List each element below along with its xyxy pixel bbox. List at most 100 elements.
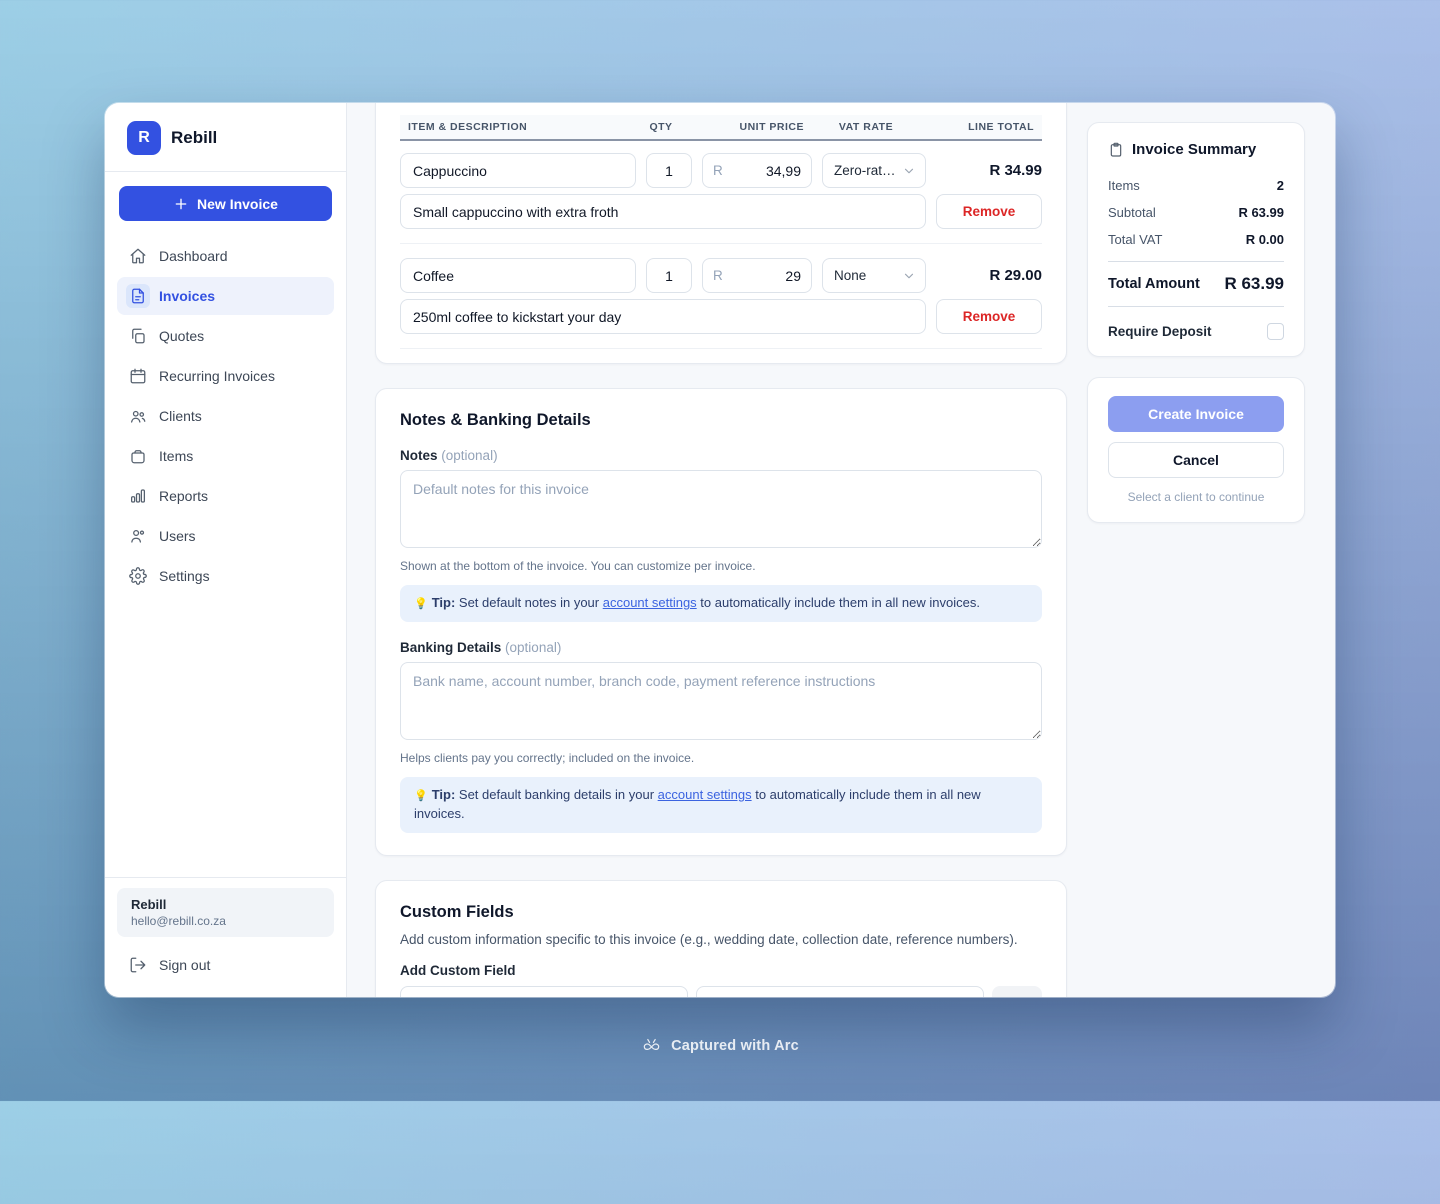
users-icon [129, 527, 147, 545]
right-panel: Invoice Summary Items 2 Subtotal R 63.99… [1087, 103, 1335, 997]
sidebar-footer: Rebill hello@rebill.co.za Sign out [105, 877, 346, 997]
custom-fields-subtitle: Add custom information specific to this … [400, 932, 1042, 947]
brand-logo: R [127, 121, 161, 155]
notes-textarea[interactable] [400, 470, 1042, 548]
summary-row-total-vat: Total VAT R 0.00 [1108, 226, 1284, 253]
settings-icon [129, 567, 147, 585]
quotes-icon [129, 327, 147, 345]
col-item-description: ITEM & DESCRIPTION [408, 121, 628, 133]
sign-out-label: Sign out [159, 957, 210, 973]
sidebar-item-settings[interactable]: Settings [117, 557, 334, 595]
require-deposit-checkbox[interactable] [1267, 323, 1284, 340]
cancel-button[interactable]: Cancel [1108, 442, 1284, 478]
total-amount-value: R 63.99 [1224, 274, 1284, 294]
select-client-hint: Select a client to continue [1108, 490, 1284, 504]
sidebar: R Rebill New Invoice Dashboard Invoices … [105, 103, 347, 997]
sidebar-item-clients[interactable]: Clients [117, 397, 334, 435]
notes-banking-title: Notes & Banking Details [400, 411, 1042, 430]
sidebar-nav: Dashboard Invoices Quotes Recurring Invo… [105, 231, 346, 601]
items-icon [129, 447, 147, 465]
account-settings-link[interactable]: account settings [603, 595, 697, 610]
invoice-icon [126, 284, 150, 308]
item-qty-input[interactable] [646, 258, 692, 293]
currency-prefix: R [713, 163, 723, 178]
currency-prefix: R [713, 268, 723, 283]
divider [1108, 306, 1284, 307]
invoice-summary-card: Invoice Summary Items 2 Subtotal R 63.99… [1087, 122, 1305, 357]
line-item-row: R Zero-rated ... R 34.99 Remove [400, 153, 1042, 244]
invoice-summary-title: Invoice Summary [1108, 141, 1284, 158]
remove-item-button[interactable]: Remove [936, 194, 1042, 229]
add-custom-field-row: Add [400, 986, 1042, 997]
banking-tip: 💡Tip: Set default banking details in you… [400, 777, 1042, 833]
line-items-card: ITEM & DESCRIPTION QTY UNIT PRICE VAT RA… [375, 103, 1067, 364]
custom-fields-card: Custom Fields Add custom information spe… [375, 880, 1067, 997]
col-vat-rate: VAT RATE [814, 121, 918, 133]
account-settings-link[interactable]: account settings [658, 787, 752, 802]
sidebar-item-users[interactable]: Users [117, 517, 334, 555]
brand: R Rebill [105, 103, 346, 172]
sidebar-item-items[interactable]: Items [117, 437, 334, 475]
item-vat-rate-select[interactable]: Zero-rated ... [822, 153, 926, 188]
sidebar-item-label: Clients [159, 408, 202, 424]
clipboard-icon [1108, 142, 1124, 158]
arc-logo-icon [641, 1035, 662, 1056]
item-vat-rate-select[interactable]: None [822, 258, 926, 293]
summary-row-items: Items 2 [1108, 172, 1284, 199]
summary-total-row: Total Amount R 63.99 [1108, 270, 1284, 298]
sidebar-item-label: Quotes [159, 328, 204, 344]
captured-with-arc-badge: Captured with Arc [0, 1035, 1440, 1056]
sidebar-item-label: Dashboard [159, 248, 228, 264]
sidebar-item-reports[interactable]: Reports [117, 477, 334, 515]
footer-label: Captured with Arc [671, 1038, 799, 1054]
reports-icon [129, 487, 147, 505]
sidebar-item-label: Reports [159, 488, 208, 504]
summary-row-subtotal: Subtotal R 63.99 [1108, 199, 1284, 226]
lightbulb-icon: 💡 [414, 598, 428, 610]
item-line-total: R 29.00 [936, 267, 1042, 284]
plus-icon [173, 196, 189, 212]
banking-helper: Helps clients pay you correctly; include… [400, 751, 1042, 765]
sidebar-item-recurring-invoices[interactable]: Recurring Invoices [117, 357, 334, 395]
calendar-icon [129, 367, 147, 385]
banking-details-textarea[interactable] [400, 662, 1042, 740]
account-name: Rebill [131, 897, 320, 912]
main-content: ITEM & DESCRIPTION QTY UNIT PRICE VAT RA… [347, 103, 1087, 997]
sidebar-item-quotes[interactable]: Quotes [117, 317, 334, 355]
field-value-input[interactable] [696, 986, 984, 997]
item-description-input[interactable] [400, 299, 926, 334]
create-invoice-button[interactable]: Create Invoice [1108, 396, 1284, 432]
chevron-down-icon [902, 164, 916, 178]
sign-out-button[interactable]: Sign out [117, 947, 334, 983]
item-name-input[interactable] [400, 153, 636, 188]
account-email: hello@rebill.co.za [131, 914, 320, 928]
add-custom-field-button[interactable]: Add [992, 986, 1042, 997]
invoice-actions-card: Create Invoice Cancel Select a client to… [1087, 377, 1305, 523]
sidebar-item-dashboard[interactable]: Dashboard [117, 237, 334, 275]
item-unit-price-field: R [702, 258, 812, 293]
sidebar-item-label: Invoices [159, 288, 215, 304]
new-invoice-button[interactable]: New Invoice [119, 186, 332, 221]
item-unit-price-input[interactable] [729, 268, 801, 284]
banking-details-label: Banking Details (optional) [400, 640, 1042, 655]
notes-label: Notes (optional) [400, 448, 1042, 463]
line-items-header: ITEM & DESCRIPTION QTY UNIT PRICE VAT RA… [400, 115, 1042, 141]
col-unit-price: UNIT PRICE [694, 121, 804, 133]
remove-item-button[interactable]: Remove [936, 299, 1042, 334]
divider [1108, 261, 1284, 262]
field-name-input[interactable] [400, 986, 688, 997]
item-description-input[interactable] [400, 194, 926, 229]
item-qty-input[interactable] [646, 153, 692, 188]
item-unit-price-field: R [702, 153, 812, 188]
item-line-total: R 34.99 [936, 162, 1042, 179]
require-deposit-row: Require Deposit [1108, 315, 1284, 340]
sidebar-item-invoices[interactable]: Invoices [117, 277, 334, 315]
item-name-input[interactable] [400, 258, 636, 293]
item-unit-price-input[interactable] [729, 163, 801, 179]
clients-icon [129, 407, 147, 425]
notes-tip: 💡Tip: Set default notes in your account … [400, 585, 1042, 622]
account-info: Rebill hello@rebill.co.za [117, 888, 334, 937]
new-invoice-label: New Invoice [197, 196, 278, 212]
custom-fields-title: Custom Fields [400, 903, 1042, 922]
chevron-down-icon [902, 269, 916, 283]
